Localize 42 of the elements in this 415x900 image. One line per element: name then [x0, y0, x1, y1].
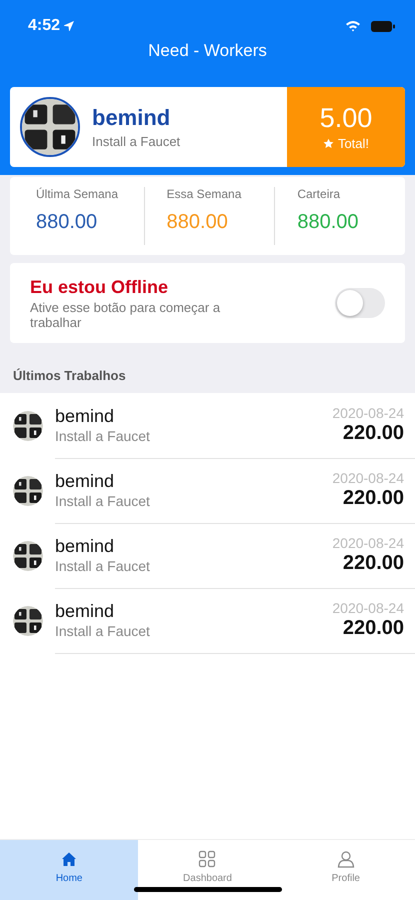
tab-item[interactable]: Profile: [276, 840, 415, 900]
job-date: 2020-08-24: [332, 470, 404, 486]
job-date: 2020-08-24: [332, 600, 404, 616]
job-amount: 220.00: [342, 487, 404, 510]
job-amount: 220.00: [342, 617, 404, 640]
stat-value: 880.00: [166, 211, 229, 234]
job-title: Install a Faucet: [55, 558, 151, 574]
stat-label: Última Semana: [36, 187, 120, 201]
status-time: 4:52: [28, 17, 60, 35]
home-icon: [60, 850, 78, 868]
job-client-name: bemind: [55, 406, 116, 427]
rating-value: 5.00: [320, 103, 372, 134]
job-date: 2020-08-24: [332, 405, 404, 421]
profile-name: bemind: [92, 105, 172, 131]
job-amount: 220.00: [342, 552, 404, 575]
star-icon: [322, 138, 334, 149]
job-client-name: bemind: [55, 536, 116, 557]
stat-value: 880.00: [36, 211, 98, 234]
job-client-name: bemind: [55, 471, 116, 492]
profile-subtitle: Install a Faucet: [92, 134, 180, 149]
job-amount: 220.00: [342, 422, 404, 445]
stat-label: Essa Semana: [166, 187, 242, 201]
grid-icon: [198, 850, 216, 868]
status-title: Eu estou Offline: [30, 276, 170, 298]
job-client-name: bemind: [55, 601, 116, 622]
wifi-icon: [345, 20, 361, 32]
stat-value: 880.00: [297, 211, 360, 234]
status-description: Ative esse botão para começar a trabalhar: [30, 300, 222, 330]
person-icon: [336, 850, 355, 868]
job-title: Install a Faucet: [55, 623, 151, 639]
toggle-switch[interactable]: [335, 288, 385, 318]
screen-title: Need - Workers: [147, 41, 268, 61]
section-title: Últimos Trabalhos: [12, 367, 127, 385]
job-title: Install a Faucet: [55, 428, 151, 444]
job-title: Install a Faucet: [55, 493, 151, 509]
stat-label: Carteira: [297, 187, 342, 201]
tab-item[interactable]: Home: [0, 840, 138, 900]
job-date: 2020-08-24: [332, 535, 404, 551]
tab-item[interactable]: Dashboard: [138, 840, 277, 900]
location-arrow-icon: [64, 21, 74, 31]
rating-label: Total!: [338, 136, 370, 151]
battery-icon: [371, 20, 395, 32]
